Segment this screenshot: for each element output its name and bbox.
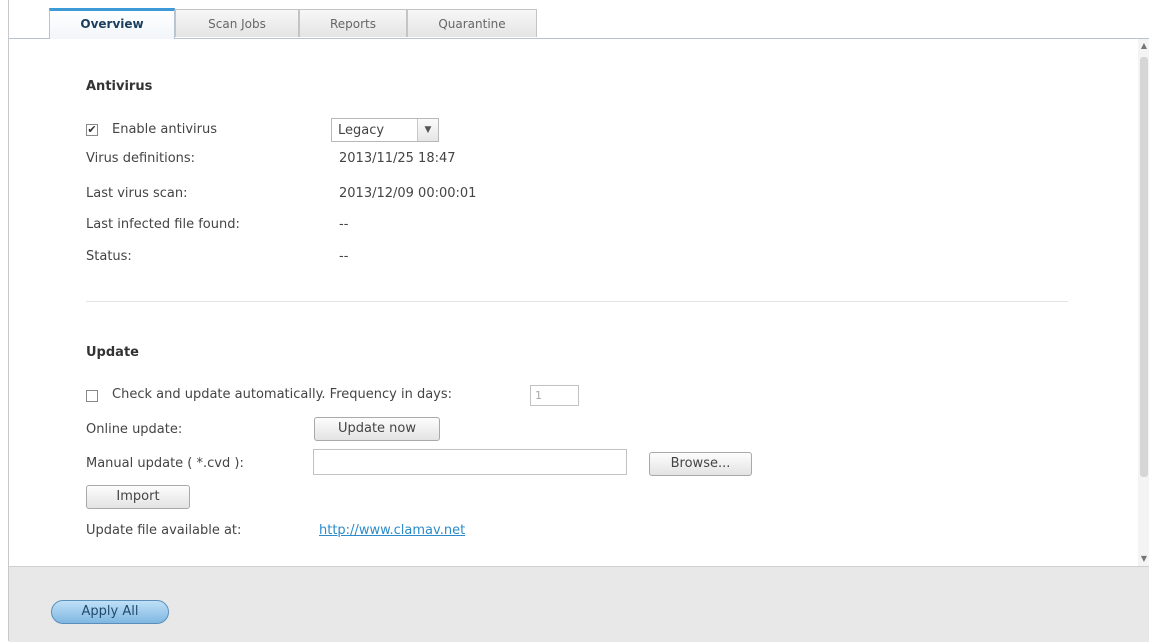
update-file-available-label: Update file available at: — [86, 523, 242, 538]
last-virus-scan-value: 2013/12/09 00:00:01 — [339, 186, 477, 201]
enable-antivirus-checkbox[interactable]: ✔ — [86, 124, 98, 136]
tab-overview[interactable]: Overview — [49, 8, 175, 39]
status-label: Status: — [86, 249, 132, 264]
antivirus-engine-select[interactable]: Legacy ▼ — [331, 118, 439, 142]
auto-update-label: Check and update automatically. Frequenc… — [112, 387, 453, 402]
antivirus-section-title: Antivirus — [86, 79, 153, 94]
tab-scan-jobs[interactable]: Scan Jobs — [175, 9, 299, 37]
manual-update-file-input[interactable] — [313, 449, 627, 475]
content-panel: Antivirus ✔ Enable antivirus Legacy ▼ Vi… — [9, 39, 1138, 566]
manual-update-label: Manual update ( *.cvd ): — [86, 456, 244, 471]
chevron-down-icon: ▼ — [417, 119, 438, 141]
import-button[interactable]: Import — [86, 485, 190, 509]
enable-antivirus-label: Enable antivirus — [112, 122, 217, 137]
update-section-title: Update — [86, 345, 139, 360]
content-scrollbar[interactable]: ▲ ▼ — [1138, 39, 1149, 566]
last-infected-file-label: Last infected file found: — [86, 217, 240, 232]
tab-quarantine[interactable]: Quarantine — [407, 9, 537, 37]
clamav-link[interactable]: http://www.clamav.net — [319, 523, 465, 538]
antivirus-engine-selected: Legacy — [338, 123, 385, 138]
scroll-thumb[interactable] — [1140, 57, 1148, 477]
apply-all-button[interactable]: Apply All — [51, 600, 169, 624]
section-divider — [86, 301, 1068, 302]
scroll-up-icon[interactable]: ▲ — [1138, 39, 1149, 53]
frequency-days-input[interactable] — [530, 385, 579, 406]
tab-reports[interactable]: Reports — [299, 9, 407, 37]
app-window: Overview Scan Jobs Reports Quarantine An… — [8, 0, 1149, 642]
online-update-label: Online update: — [86, 422, 183, 437]
status-value: -- — [339, 249, 349, 264]
auto-update-checkbox[interactable] — [86, 390, 98, 402]
tab-bar: Overview Scan Jobs Reports Quarantine — [9, 6, 1149, 39]
update-now-button[interactable]: Update now — [314, 417, 440, 441]
checkmark-icon: ✔ — [87, 123, 97, 136]
browse-button[interactable]: Browse... — [649, 452, 752, 476]
last-virus-scan-label: Last virus scan: — [86, 186, 188, 201]
footer-bar: Apply All — [9, 566, 1149, 642]
scroll-down-icon[interactable]: ▼ — [1138, 552, 1149, 566]
virus-definitions-value: 2013/11/25 18:47 — [339, 151, 456, 166]
last-infected-file-value: -- — [339, 217, 349, 232]
virus-definitions-label: Virus definitions: — [86, 151, 196, 166]
